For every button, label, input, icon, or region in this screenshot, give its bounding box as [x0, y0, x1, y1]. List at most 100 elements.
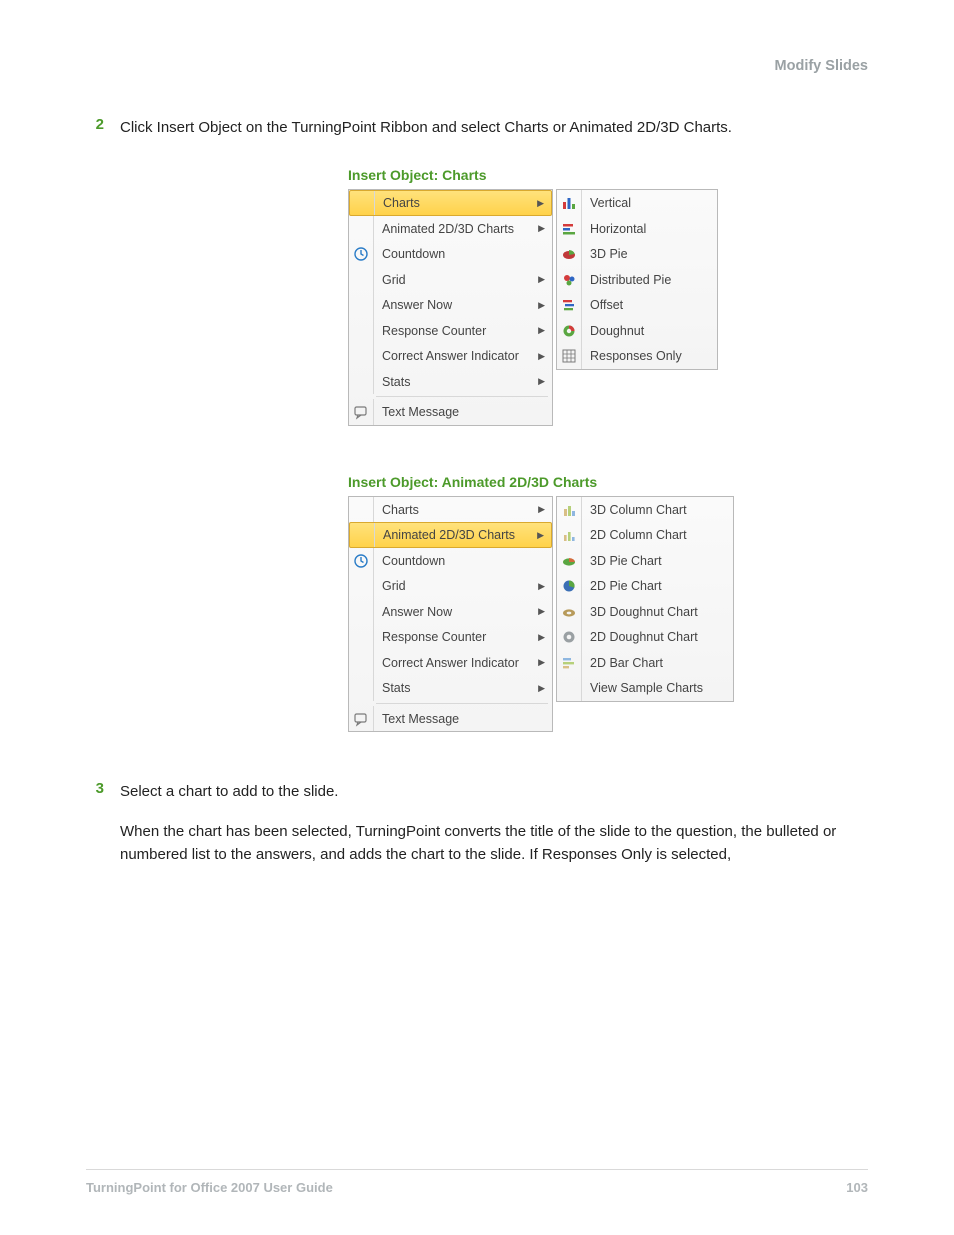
menu-item-label: Correct Answer Indicator	[378, 656, 534, 670]
submenu-icon-col	[557, 599, 582, 625]
menu-icon-col	[349, 343, 374, 369]
submenu-item[interactable]: 2D Bar Chart	[557, 650, 733, 676]
submenu-item[interactable]: 3D Pie Chart	[557, 548, 733, 574]
submenu-item[interactable]: 3D Doughnut Chart	[557, 599, 733, 625]
page-number: 103	[846, 1180, 868, 1195]
menu-item[interactable]: Answer Now▶	[349, 599, 552, 625]
col2d-icon	[561, 527, 577, 543]
menu-item-label: Charts	[378, 503, 534, 517]
submenu-item-label: Horizontal	[586, 222, 717, 236]
submenu-item-label: 3D Doughnut Chart	[586, 605, 733, 619]
menu-item[interactable]: Animated 2D/3D Charts▶	[349, 522, 552, 548]
menu-item[interactable]: Charts▶	[349, 497, 552, 523]
menu-icon-col	[350, 523, 375, 547]
submenu-arrow-icon: ▶	[534, 683, 552, 694]
menu-item[interactable]: Countdown	[349, 548, 552, 574]
submenu-item-label: 2D Column Chart	[586, 528, 733, 542]
submenu-item[interactable]: 3D Pie	[557, 241, 717, 267]
submenu-arrow-icon: ▶	[533, 198, 551, 209]
don3d-icon	[561, 604, 577, 620]
submenu-item[interactable]: Horizontal	[557, 216, 717, 242]
submenu-icon-col	[557, 548, 582, 574]
clock-icon	[353, 246, 369, 262]
menu-item[interactable]: Correct Answer Indicator▶	[349, 343, 552, 369]
submenu-item[interactable]: 2D Doughnut Chart	[557, 624, 733, 650]
col3d-icon	[561, 502, 577, 518]
submenu-icon-col	[557, 675, 582, 701]
step3-line2: When the chart has been selected, Turnin…	[120, 820, 868, 867]
figure1-caption: Insert Object: Charts	[348, 167, 868, 183]
menu-separator	[376, 396, 548, 397]
menu-item-label: Response Counter	[378, 324, 534, 338]
menu-item-label: Animated 2D/3D Charts	[378, 222, 534, 236]
pie3d-icon	[561, 246, 577, 262]
menu-item[interactable]: Stats▶	[349, 675, 552, 701]
submenu-item-label: 2D Bar Chart	[586, 656, 733, 670]
submenu-icon-col	[557, 522, 582, 548]
submenu-icon-col	[557, 624, 582, 650]
menu-icon-col	[349, 292, 374, 318]
submenu-item[interactable]: View Sample Charts	[557, 675, 733, 701]
figure1-main-menu: Charts▶Animated 2D/3D Charts▶CountdownGr…	[348, 189, 553, 426]
submenu-item-label: 3D Pie Chart	[586, 554, 733, 568]
menu-item-label: Grid	[378, 579, 534, 593]
submenu-arrow-icon: ▶	[534, 632, 552, 643]
menu-item[interactable]: Grid▶	[349, 573, 552, 599]
menu-separator	[376, 703, 548, 704]
submenu-icon-col	[557, 241, 582, 267]
figure2-main-menu: Charts▶Animated 2D/3D Charts▶CountdownGr…	[348, 496, 553, 733]
menu-item-label: Answer Now	[378, 605, 534, 619]
menu-icon-col	[349, 650, 374, 676]
submenu-arrow-icon: ▶	[534, 606, 552, 617]
submenu-arrow-icon: ▶	[534, 581, 552, 592]
submenu-icon-col	[557, 267, 582, 293]
menu-item[interactable]: Animated 2D/3D Charts▶	[349, 216, 552, 242]
menu-item[interactable]: Text Message	[349, 706, 552, 732]
menu-item[interactable]: Text Message	[349, 399, 552, 425]
submenu-item[interactable]: 2D Column Chart	[557, 522, 733, 548]
bar2d-icon	[561, 655, 577, 671]
menu-item-label: Response Counter	[378, 630, 534, 644]
submenu-item[interactable]: Distributed Pie	[557, 267, 717, 293]
submenu-arrow-icon: ▶	[534, 376, 552, 387]
step3-line1: Select a chart to add to the slide.	[120, 780, 868, 803]
menu-item-label: Countdown	[378, 554, 552, 568]
menu-item-label: Animated 2D/3D Charts	[379, 528, 533, 542]
figure1-sub-menu: Vertical Horizontal 3D Pie Distributed Pie O…	[556, 189, 718, 370]
figure2-menus: Charts▶Animated 2D/3D Charts▶CountdownGr…	[348, 496, 868, 733]
submenu-item[interactable]: 3D Column Chart	[557, 497, 733, 523]
menu-icon-col	[349, 497, 374, 523]
menu-item[interactable]: Correct Answer Indicator▶	[349, 650, 552, 676]
menu-item[interactable]: Stats▶	[349, 369, 552, 395]
menu-item[interactable]: Charts▶	[349, 190, 552, 216]
submenu-item-label: 3D Pie	[586, 247, 717, 261]
submenu-arrow-icon: ▶	[534, 351, 552, 362]
figure2-caption: Insert Object: Animated 2D/3D Charts	[348, 474, 868, 490]
submenu-item[interactable]: Offset	[557, 292, 717, 318]
submenu-item[interactable]: Vertical	[557, 190, 717, 216]
blank-icon	[561, 680, 577, 696]
submenu-item[interactable]: 2D Pie Chart	[557, 573, 733, 599]
menu-icon-col	[349, 548, 374, 574]
submenu-icon-col	[557, 292, 582, 318]
menu-item-label: Countdown	[378, 247, 552, 261]
submenu-icon-col	[557, 216, 582, 242]
offset-icon	[561, 297, 577, 313]
menu-item[interactable]: Response Counter▶	[349, 624, 552, 650]
menu-item-label: Grid	[378, 273, 534, 287]
menu-icon-col	[349, 599, 374, 625]
pie2d-icon	[561, 578, 577, 594]
submenu-item[interactable]: Responses Only	[557, 343, 717, 369]
submenu-item-label: Responses Only	[586, 349, 717, 363]
figure2-sub-menu: 3D Column Chart 2D Column Chart 3D Pie Cha…	[556, 496, 734, 702]
menu-item[interactable]: Grid▶	[349, 267, 552, 293]
msg-icon	[353, 404, 369, 420]
submenu-icon-col	[557, 190, 582, 216]
submenu-item[interactable]: Doughnut	[557, 318, 717, 344]
respgrid-icon	[561, 348, 577, 364]
menu-item[interactable]: Countdown	[349, 241, 552, 267]
submenu-item-label: Distributed Pie	[586, 273, 717, 287]
menu-item-label: Stats	[378, 681, 534, 695]
menu-item[interactable]: Response Counter▶	[349, 318, 552, 344]
menu-item[interactable]: Answer Now▶	[349, 292, 552, 318]
